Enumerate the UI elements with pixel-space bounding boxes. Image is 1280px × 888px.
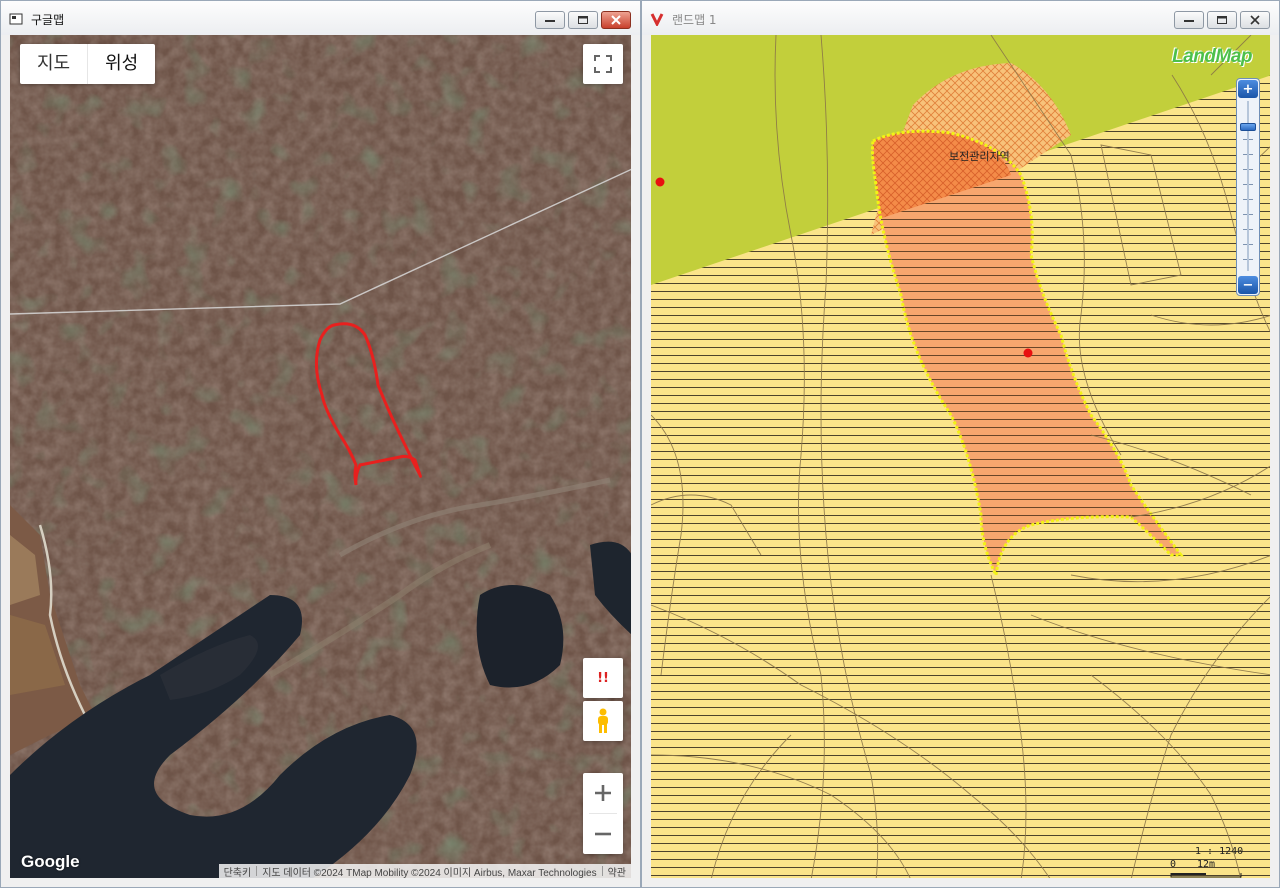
location-marker[interactable] (655, 177, 665, 187)
street-view-button[interactable] (583, 701, 623, 741)
maximize-button[interactable] (568, 11, 598, 29)
pegman-icon (598, 708, 608, 733)
zoom-slider[interactable]: + − (1236, 78, 1260, 296)
landmap-window: 랜드맵 1 보전관리지역 LandMap + − 1: 1240 0 12m (641, 0, 1280, 888)
landmap-app-icon (650, 13, 664, 26)
satellite-imagery (10, 35, 631, 878)
alert-icon: !! (597, 670, 609, 686)
minus-icon (595, 832, 611, 836)
zoom-in-button[interactable]: + (1238, 80, 1258, 98)
fullscreen-icon (594, 55, 612, 73)
map-type-control: 지도 위성 (20, 44, 156, 84)
map-type-map-button[interactable]: 지도 (20, 44, 87, 84)
landmap-logo: LandMap (1172, 46, 1252, 67)
google-logo: Google (21, 852, 80, 871)
close-button[interactable] (1240, 11, 1270, 29)
location-marker[interactable] (1023, 348, 1033, 358)
satellite-map[interactable]: 지도 위성 !! Google 단축키 지도 데이터 ©2024 TMap Mo… (10, 35, 631, 878)
plus-icon (595, 785, 611, 801)
window-title: 구글맵 (31, 13, 65, 27)
zoom-in-button[interactable] (583, 773, 623, 813)
close-button[interactable] (601, 11, 631, 29)
zoom-control (583, 773, 623, 854)
google-map-window: 구글맵 지도 위성 !! Google 단축키 지도 데이터 ©2024 TMa… (0, 0, 641, 888)
minimize-button[interactable] (1174, 11, 1204, 29)
scale-distance: 12m (1197, 859, 1216, 870)
zoom-out-button[interactable]: − (1238, 276, 1258, 294)
title-bar[interactable]: 랜드맵 1 (642, 1, 1279, 35)
shortcuts-link[interactable]: 단축키 (219, 864, 257, 879)
scale-ratio: 1 : 1240 (1195, 846, 1244, 857)
zoom-handle[interactable] (1240, 123, 1256, 131)
landmap-canvas[interactable]: 보전관리지역 LandMap + − 1 : 1240 0 12m (651, 35, 1270, 878)
maximize-button[interactable] (1207, 11, 1237, 29)
map-window-icon (9, 13, 23, 25)
window-title: 랜드맵 1 (672, 13, 717, 27)
map-type-satellite-button[interactable]: 위성 (88, 44, 155, 84)
scale-zero: 0 (1170, 859, 1177, 870)
map-data-text: 지도 데이터 ©2024 TMap Mobility ©2024 이미지 Air… (262, 867, 597, 879)
zoom-out-button[interactable] (583, 814, 623, 854)
terms-link[interactable]: 약관 (603, 864, 631, 879)
fullscreen-button[interactable] (583, 44, 623, 84)
minimize-button[interactable] (535, 11, 565, 29)
attribution-bar: 단축키 지도 데이터 ©2024 TMap Mobility ©2024 이미지… (218, 864, 631, 879)
zone-label: 보전관리지역 (949, 150, 1010, 163)
pegman-alert-button[interactable]: !! (583, 658, 623, 698)
title-bar[interactable]: 구글맵 (1, 1, 640, 35)
